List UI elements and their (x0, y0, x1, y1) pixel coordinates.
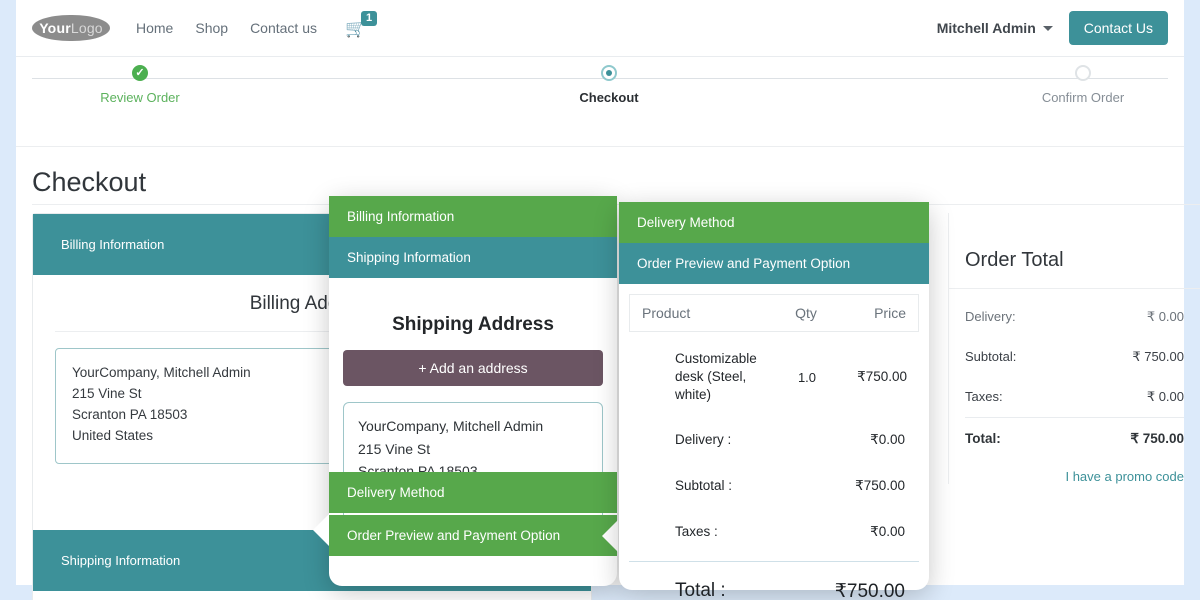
accordion-shipping-information-label: Shipping Information (61, 552, 181, 568)
order-total-row-taxes: Taxes: ₹ 0.00 (965, 377, 1184, 417)
table-cell-qty: 1.0 (797, 369, 817, 385)
shipping-popover-bottom-bars: Delivery Method Order Preview and Paymen… (329, 472, 617, 556)
order-total-title: Order Total (949, 213, 1200, 289)
preview-bar-order-preview[interactable]: Order Preview and Payment Option (619, 243, 929, 284)
popover-bar-shipping-information[interactable]: Shipping Information (329, 237, 617, 278)
order-total-row-delivery: Delivery: ₹ 0.00 (965, 297, 1184, 337)
promo-code-link[interactable]: I have a promo code (965, 453, 1184, 484)
preview-bar-delivery-method[interactable]: Delivery Method (619, 202, 929, 243)
order-total-rows: Delivery: ₹ 0.00 Subtotal: ₹ 750.00 Taxe… (949, 289, 1200, 484)
preview-bar-order-preview-label: Order Preview and Payment Option (637, 256, 851, 271)
preview-row-taxes: Taxes : ₹0.00 (629, 509, 919, 555)
order-total-label-total: Total: (965, 431, 1001, 446)
user-menu[interactable]: Mitchell Admin (937, 20, 1053, 36)
popover-bar-billing-information-label: Billing Information (347, 209, 455, 224)
order-preview-table: Product Qty Price Customizable desk (Ste… (619, 284, 929, 600)
preview-label-total: Total : (675, 579, 726, 600)
stepper-step-review-order[interactable]: ✓ Review Order (40, 65, 240, 105)
top-navbar: Your Logo Home Shop Contact us 🛒 1 Mitche… (16, 0, 1184, 57)
page-container: Your Logo Home Shop Contact us 🛒 1 Mitche… (16, 0, 1200, 600)
order-total-value-delivery: ₹ 0.00 (1146, 309, 1184, 324)
cart-count-badge: 1 (361, 10, 378, 26)
order-total-panel: Order Total Delivery: ₹ 0.00 Subtotal: ₹… (948, 213, 1200, 484)
order-total-value-taxes: ₹ 0.00 (1146, 389, 1184, 404)
site-logo[interactable]: Your Logo (32, 15, 110, 41)
logo-text-primary: Your (39, 20, 71, 36)
table-cell-price: ₹750.00 (857, 369, 907, 385)
stepper-label-checkout: Checkout (579, 90, 639, 105)
order-total-label-delivery: Delivery: (965, 309, 1016, 324)
preview-value-taxes: ₹0.00 (870, 523, 905, 539)
popover-bar-order-preview-label: Order Preview and Payment Option (347, 528, 561, 543)
order-total-value-subtotal: ₹ 750.00 (1132, 349, 1184, 364)
order-total-value-total: ₹ 750.00 (1130, 431, 1184, 446)
preview-row-delivery: Delivery : ₹0.00 (629, 417, 919, 463)
preview-label-taxes: Taxes : (675, 523, 718, 539)
page-title: Checkout (32, 167, 147, 197)
shipping-address-heading: Shipping Address (392, 314, 554, 335)
preview-value-delivery: ₹0.00 (870, 431, 905, 447)
table-cell-product: Customizable desk (Steel, white) (675, 351, 757, 403)
preview-row-total: Total : ₹750.00 (629, 560, 919, 600)
user-menu-label: Mitchell Admin (936, 20, 1036, 36)
preview-bar-delivery-method-label: Delivery Method (637, 215, 735, 230)
shipping-address-line-2: 215 Vine St (358, 440, 431, 457)
table-header-qty: Qty (795, 305, 817, 321)
add-an-address-button[interactable]: + Add an address (343, 350, 603, 386)
logo-text-secondary: Logo (70, 20, 103, 36)
nav-link-contact-us[interactable]: Contact us (250, 20, 317, 36)
table-header-row: Product Qty Price (629, 294, 919, 332)
pending-step-dot-icon (1075, 65, 1091, 81)
current-step-dot-icon (601, 65, 617, 81)
stepper-step-confirm-order[interactable]: Confirm Order (983, 65, 1183, 105)
table-row: Customizable desk (Steel, white) 1.0 ₹75… (629, 338, 919, 417)
shipping-address-line-1: YourCompany, Mitchell Admin (358, 418, 544, 434)
preview-label-subtotal: Subtotal : (675, 477, 733, 493)
checkout-stepper: ✓ Review Order Checkout Confirm Order (16, 57, 1184, 147)
shipping-information-popover: Billing Information Shipping Information… (329, 196, 617, 586)
accordion-billing-information-label: Billing Information (61, 237, 165, 252)
stepper-label-review-order: Review Order (100, 90, 180, 105)
order-preview-popover: Delivery Method Order Preview and Paymen… (619, 202, 929, 600)
table-header-product: Product (642, 305, 691, 321)
preview-value-total: ₹750.00 (834, 580, 905, 600)
order-total-row-subtotal: Subtotal: ₹ 750.00 (965, 337, 1184, 377)
preview-value-subtotal: ₹750.00 (855, 477, 905, 493)
stepper-step-checkout[interactable]: Checkout (509, 65, 709, 105)
order-total-row-total: Total: ₹ 750.00 (965, 417, 1184, 453)
popover-bar-shipping-information-label: Shipping Information (347, 250, 471, 265)
order-total-label-taxes: Taxes: (965, 389, 1003, 404)
billing-card-footer-space (33, 590, 591, 600)
preview-row-subtotal: Subtotal : ₹750.00 (629, 463, 919, 509)
preview-label-delivery: Delivery : (675, 431, 732, 447)
popover-bar-billing-information[interactable]: Billing Information (329, 196, 617, 237)
cart-button[interactable]: 🛒 1 (345, 10, 378, 37)
accordion-shipping-notch-icon (313, 514, 329, 546)
contact-us-button[interactable]: Contact Us (1068, 11, 1168, 45)
chevron-down-icon (1042, 25, 1053, 31)
nav-link-shop[interactable]: Shop (195, 20, 228, 36)
navbar-right: Mitchell Admin Contact Us (937, 11, 1184, 45)
popover-bar-delivery-method[interactable]: Delivery Method (329, 472, 617, 513)
popover-bar-order-preview[interactable]: Order Preview and Payment Option (329, 515, 617, 556)
popover-bar-delivery-method-label: Delivery Method (347, 485, 445, 500)
screen-root: Your Logo Home Shop Contact us 🛒 1 Mitche… (0, 0, 1200, 600)
table-header-price: Price (874, 305, 906, 321)
check-circle-icon: ✓ (132, 65, 148, 81)
stepper-label-confirm-order: Confirm Order (1041, 90, 1125, 105)
nav-link-home[interactable]: Home (136, 20, 173, 36)
nav-links: Home Shop Contact us (136, 20, 317, 36)
order-total-label-subtotal: Subtotal: (965, 349, 1017, 364)
